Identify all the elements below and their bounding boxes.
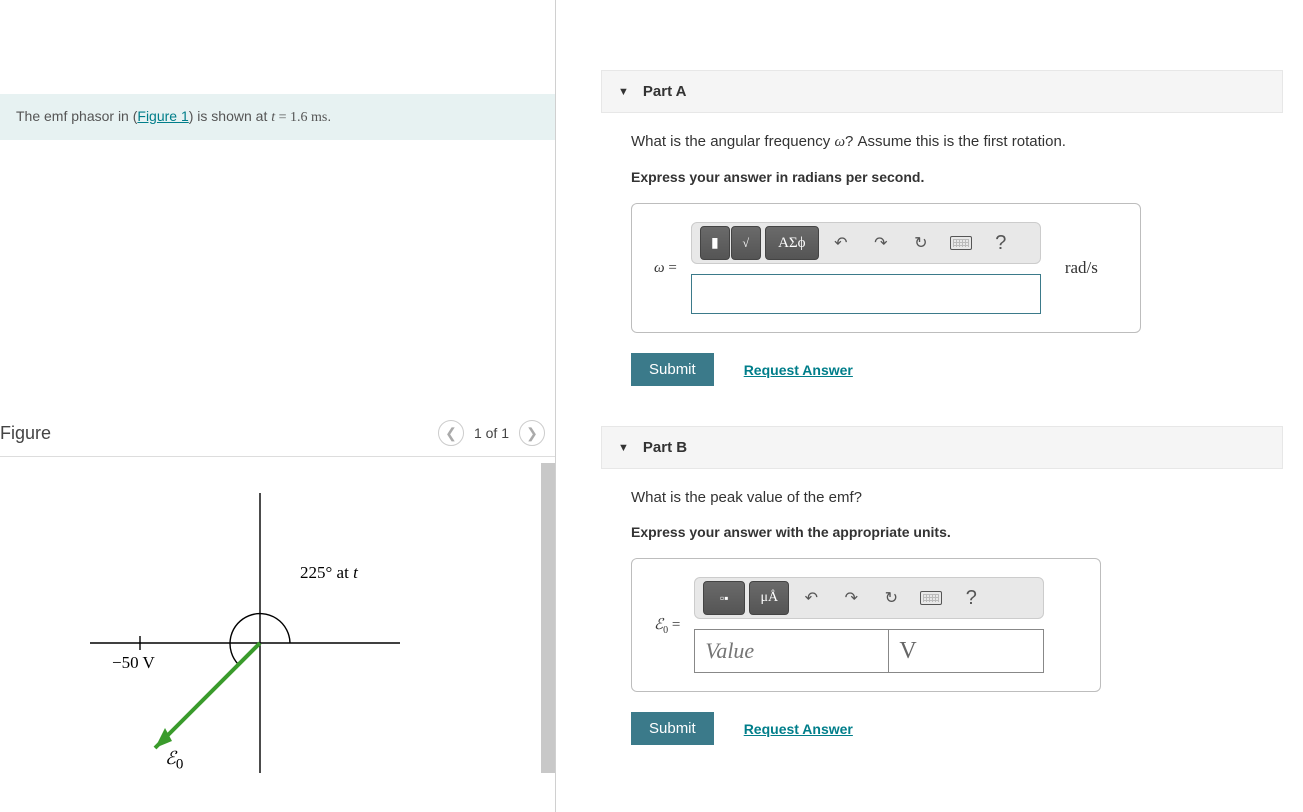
figure-counter: 1 of 1 bbox=[474, 425, 509, 441]
part-b-input-block: ▫▪ μÅ ↶ ↷ ↻ ? bbox=[694, 577, 1044, 673]
keyboard-button[interactable] bbox=[913, 582, 949, 614]
greek-button[interactable]: ΑΣϕ bbox=[765, 226, 819, 260]
part-a-input-block: ▮ √ ΑΣϕ ↶ ↷ ↻ ? bbox=[691, 222, 1041, 314]
template-button-group[interactable]: ▫▪ bbox=[703, 581, 745, 615]
part-a-unit: rad/s bbox=[1065, 258, 1098, 278]
part-b-toolbar: ▫▪ μÅ ↶ ↷ ↻ ? bbox=[694, 577, 1044, 619]
problem-text-mid: ) is shown at bbox=[189, 108, 271, 124]
collapse-icon: ▼ bbox=[618, 86, 629, 98]
voltage-label: −50 V bbox=[112, 653, 155, 673]
figure-panel: Figure ❮ 1 of 1 ❯ 225° at t bbox=[0, 420, 555, 773]
problem-unit: ms bbox=[311, 110, 327, 125]
problem-text-prefix: The emf phasor in ( bbox=[16, 108, 137, 124]
emf-label: ℰ0 bbox=[165, 748, 183, 774]
part-b-request-answer-link[interactable]: Request Answer bbox=[744, 721, 853, 737]
part-a-answer-box: ω = ▮ √ ΑΣϕ ↶ ↷ ↻ ? bbox=[631, 203, 1141, 333]
undo-button[interactable]: ↶ bbox=[823, 227, 859, 259]
part-a-title: Part A bbox=[643, 83, 687, 100]
part-b-instruction: Express your answer with the appropriate… bbox=[631, 524, 1283, 540]
part-a-submit-button[interactable]: Submit bbox=[631, 353, 714, 386]
value-unit-row bbox=[694, 629, 1044, 673]
reset-button[interactable]: ↻ bbox=[873, 582, 909, 614]
root-icon: √ bbox=[731, 226, 761, 260]
figure-next-button[interactable]: ❯ bbox=[519, 420, 545, 446]
problem-suffix: . bbox=[327, 108, 331, 124]
left-pane: The emf phasor in (Figure 1) is shown at… bbox=[0, 0, 555, 812]
figure-header: Figure ❮ 1 of 1 ❯ bbox=[0, 420, 555, 457]
part-b-header[interactable]: ▼ Part B bbox=[601, 426, 1283, 469]
angle-label: 225° at t bbox=[300, 563, 358, 583]
redo-button[interactable]: ↷ bbox=[833, 582, 869, 614]
part-a-question: What is the angular frequency ω? Assume … bbox=[631, 133, 1283, 151]
app-container: The emf phasor in (Figure 1) is shown at… bbox=[0, 0, 1303, 812]
redo-button[interactable]: ↷ bbox=[863, 227, 899, 259]
part-a-request-answer-link[interactable]: Request Answer bbox=[744, 362, 853, 378]
part-b-lhs: ℰ0 = bbox=[654, 615, 680, 636]
part-a-toolbar: ▮ √ ΑΣϕ ↶ ↷ ↻ ? bbox=[691, 222, 1041, 264]
figure-title: Figure bbox=[0, 423, 51, 444]
part-b-answer-box: ℰ0 = ▫▪ μÅ ↶ ↷ ↻ ? bbox=[631, 558, 1101, 692]
right-pane: ▼ Part A What is the angular frequency ω… bbox=[556, 0, 1303, 812]
phasor-diagram bbox=[60, 473, 420, 773]
part-b-unit-input[interactable] bbox=[889, 629, 1044, 673]
part-b-question: What is the peak value of the emf? bbox=[631, 489, 1283, 506]
problem-eq: = 1.6 bbox=[275, 110, 311, 125]
part-a-actions: Submit Request Answer bbox=[631, 353, 1283, 386]
part-b-value-input[interactable] bbox=[694, 629, 889, 673]
figure-prev-button[interactable]: ❮ bbox=[438, 420, 464, 446]
figure-link[interactable]: Figure 1 bbox=[137, 108, 188, 124]
part-b-submit-button[interactable]: Submit bbox=[631, 712, 714, 745]
help-button[interactable]: ? bbox=[953, 582, 989, 614]
part-a-instruction: Express your answer in radians per secon… bbox=[631, 169, 1283, 185]
template-button-group[interactable]: ▮ √ bbox=[700, 226, 761, 260]
keyboard-icon bbox=[920, 591, 942, 605]
part-b-body: What is the peak value of the emf? Expre… bbox=[601, 469, 1283, 745]
keyboard-button[interactable] bbox=[943, 227, 979, 259]
part-a-lhs: ω = bbox=[654, 260, 677, 277]
part-b-actions: Submit Request Answer bbox=[631, 712, 1283, 745]
part-a-input[interactable] bbox=[691, 274, 1041, 314]
help-button[interactable]: ? bbox=[983, 227, 1019, 259]
part-a-body: What is the angular frequency ω? Assume … bbox=[601, 113, 1283, 386]
collapse-icon: ▼ bbox=[618, 442, 629, 454]
part-b-title: Part B bbox=[643, 439, 687, 456]
reset-button[interactable]: ↻ bbox=[903, 227, 939, 259]
figure-body: 225° at t −50 V ℰ0 bbox=[0, 463, 555, 773]
problem-statement: The emf phasor in (Figure 1) is shown at… bbox=[0, 94, 555, 140]
figure-nav: ❮ 1 of 1 ❯ bbox=[438, 420, 545, 446]
units-button[interactable]: μÅ bbox=[749, 581, 789, 615]
keyboard-icon bbox=[950, 236, 972, 250]
undo-button[interactable]: ↶ bbox=[793, 582, 829, 614]
fraction-icon: ▮ bbox=[700, 226, 730, 260]
part-a-header[interactable]: ▼ Part A bbox=[601, 70, 1283, 113]
templates-icon: ▫▪ bbox=[703, 581, 745, 615]
